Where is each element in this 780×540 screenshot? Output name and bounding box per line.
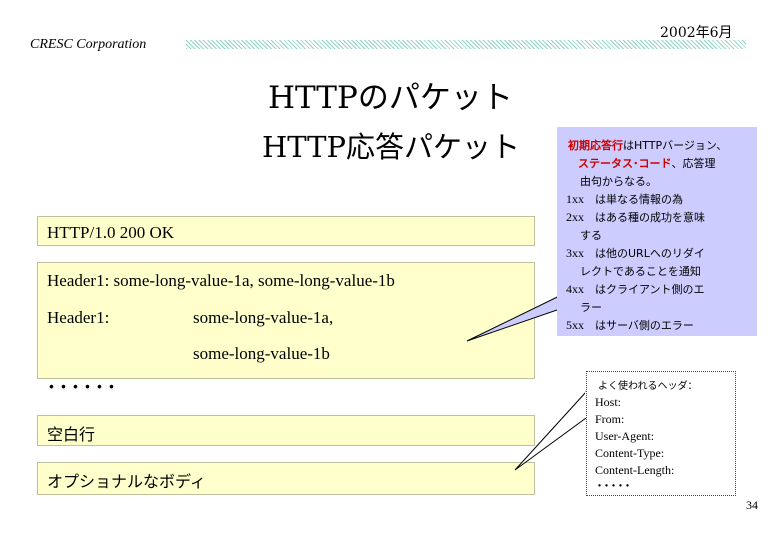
callout-line-2: ステータス･コード、応答理: [578, 157, 716, 170]
common-headers-ellipsis: ･････: [596, 480, 631, 495]
blank-line-band: [37, 415, 535, 446]
optional-body-text: オプショナルなボディ: [47, 472, 206, 491]
headers-ellipsis: ･･････: [46, 375, 119, 400]
header-line-1: Header1: some-long-value-1a, some-long-v…: [47, 271, 395, 290]
status-4xx-cont: ラー: [580, 301, 602, 314]
header-item-user-agent: User-Agent:: [595, 429, 655, 443]
status-line-text: HTTP/1.0 200 OK: [47, 223, 175, 242]
blank-line-text: 空白行: [47, 425, 96, 444]
slide-subtitle: HTTP応答パケット: [262, 130, 521, 164]
slide-date: 2002年6月: [660, 25, 733, 41]
status-1xx: 1xx は単なる情報の為: [566, 192, 683, 206]
page-number: 34: [746, 498, 758, 512]
header-line-2-value-2: some-long-value-1b: [193, 344, 330, 363]
status-5xx: 5xx はサーバ側のエラー: [566, 318, 694, 332]
status-4xx: 4xx はクライアント側のエ: [566, 282, 705, 296]
status-2xx: 2xx はある種の成功を意味: [566, 210, 705, 224]
callout-line-1: 初期応答行はHTTPバージョン、: [568, 139, 728, 152]
header-item-content-type: Content-Type:: [595, 446, 665, 460]
slide-title: HTTPのパケット: [268, 80, 513, 116]
status-2xx-cont: する: [580, 229, 602, 242]
header-item-host: Host:: [595, 395, 622, 409]
status-3xx-cont: レクトであることを通知: [580, 265, 701, 278]
company-name: CRESC Corporation: [30, 37, 147, 52]
status-3xx: 3xx は他のURLへのリダイ: [566, 246, 705, 260]
common-headers-title: よく使われるヘッダ：: [598, 381, 698, 392]
header-line-2-value-1: some-long-value-1a,: [193, 308, 334, 327]
header-line-2-label: Header1:: [47, 308, 110, 327]
callout-line-3: 由句からなる。: [580, 175, 657, 188]
header-item-from: From:: [595, 412, 625, 426]
